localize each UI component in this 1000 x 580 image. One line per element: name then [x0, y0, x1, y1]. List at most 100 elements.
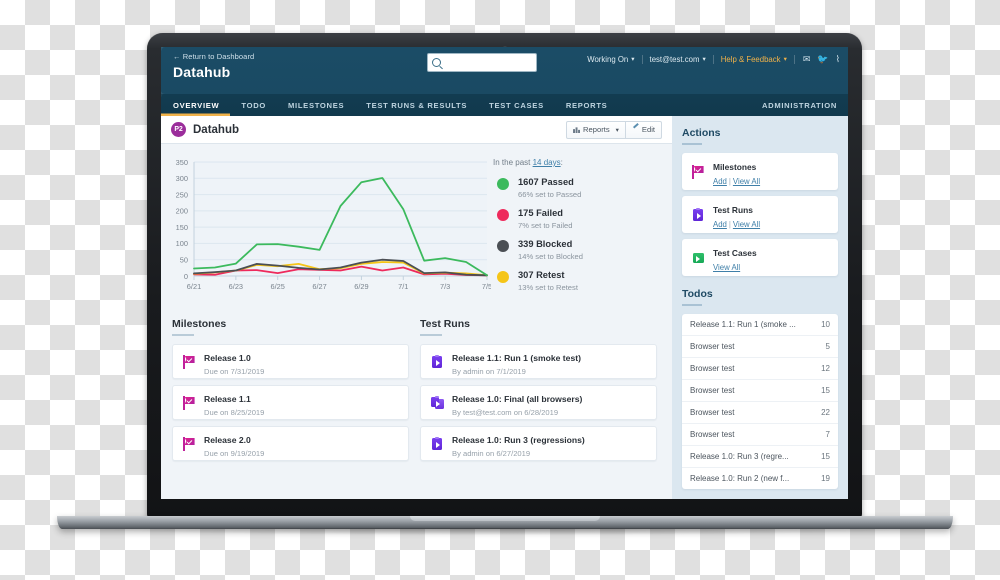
test-run-card[interactable]: Release 1.1: Run 1 (smoke test) By admin …	[420, 344, 657, 379]
stat-count-label: 339 Blocked	[518, 239, 573, 249]
todo-row[interactable]: Release 1.0: Run 2 (new f... 19	[682, 468, 838, 489]
actions-title: Actions	[682, 127, 721, 139]
nav-item-administration[interactable]: ADMINISTRATION	[751, 94, 848, 116]
app-brand-title: Datahub	[173, 64, 231, 80]
stat-percent-label: 13% set to Retest	[518, 282, 578, 292]
status-dot-icon	[497, 271, 509, 283]
chart-svg: 0 50 100 150 200 250 300 350 6/21 6/23 6/25 6/27 6/2…	[176, 158, 492, 291]
nav-item-todo[interactable]: TODO	[230, 94, 277, 116]
todo-row[interactable]: Browser test 7	[682, 424, 838, 446]
x-axis-tick-label: 6/23	[229, 282, 243, 291]
main-nav: OVERVIEW TODO MILESTONES TEST RUNS & RES…	[161, 94, 848, 116]
project-buttons: Reports ▾ Edit	[566, 120, 662, 139]
todo-label: Browser test	[690, 364, 735, 373]
account-menu[interactable]: test@test.com ▾	[643, 55, 714, 64]
todo-count: 5	[825, 342, 830, 351]
action-label: Test Cases	[713, 248, 757, 258]
screenshot-stage: ← Return to Dashboard Datahub Working On…	[0, 0, 1000, 580]
working-on-label: Working On	[587, 55, 629, 64]
actions-list: Milestones Add | View All Test Runs Add | View …	[682, 153, 838, 276]
right-sidebar: Actions Milestones Add | View All Test Runs A…	[672, 116, 848, 499]
activity-chart-card: 0 50 100 150 200 250 300 350 6/21 6/23 6/25 6/27 6/2…	[161, 144, 672, 304]
laptop-screen: ← Return to Dashboard Datahub Working On…	[161, 47, 848, 499]
search-icon	[432, 57, 441, 67]
test-runs-section: Test Runs Release 1.1: Run 1 (smoke test…	[409, 318, 657, 467]
search-box[interactable]	[427, 53, 537, 72]
action-link-add[interactable]: Add	[713, 220, 727, 229]
nav-item-overview[interactable]: OVERVIEW	[161, 94, 230, 116]
todo-label: Browser test	[690, 408, 735, 417]
help-feedback-menu[interactable]: Help & Feedback ▾	[714, 55, 795, 64]
milestone-due-date: Due on 7/31/2019	[204, 366, 265, 376]
x-axis-tick-label: 6/29	[354, 282, 368, 291]
test-run-card[interactable]: Release 1.0: Run 3 (regressions) By admin…	[420, 426, 657, 461]
laptop-base-notch	[410, 516, 600, 521]
stat-percent-label: 7% set to Failed	[518, 220, 573, 230]
todo-count: 10	[821, 320, 830, 329]
milestone-card[interactable]: Release 2.0 Due on 9/19/2019	[172, 426, 409, 461]
x-axis-tick-label: 6/25	[271, 282, 285, 291]
x-axis-tick-label: 7/3	[440, 282, 450, 291]
mail-icon[interactable]: ✉	[803, 54, 811, 65]
stats-heading-suffix: :	[560, 158, 563, 167]
milestone-due-date: Due on 9/19/2019	[204, 448, 265, 458]
twitter-icon[interactable]: 🐦	[817, 54, 828, 65]
action-links: View All	[713, 263, 757, 272]
test-run-name: Release 1.0: Final (all browsers)	[452, 393, 583, 404]
return-to-dashboard-link[interactable]: ← Return to Dashboard	[173, 52, 254, 61]
test-run-card[interactable]: Release 1.0: Final (all browsers) By test…	[420, 385, 657, 420]
action-card: Test Cases View All	[682, 239, 838, 276]
section-divider	[420, 334, 442, 336]
lower-sections: Milestones Release 1.0 Due on 7/31/2019 Re…	[161, 304, 672, 467]
rss-icon[interactable]: ⌇	[836, 54, 840, 65]
stat-percent-label: 66% set to Passed	[518, 189, 582, 199]
main-column: P2 Datahub Reports ▾ Edit 0 50 100 150 2…	[161, 116, 672, 499]
todo-row[interactable]: Release 1.1: Run 1 (smoke ... 10	[682, 314, 838, 336]
x-axis-tick-label: 7/1	[398, 282, 408, 291]
milestone-card[interactable]: Release 1.0 Due on 7/31/2019	[172, 344, 409, 379]
x-axis-tick-label: 6/27	[312, 282, 326, 291]
app-header: ← Return to Dashboard Datahub Working On…	[161, 47, 848, 94]
todo-row[interactable]: Browser test 15	[682, 380, 838, 402]
todo-count: 19	[821, 474, 830, 483]
nav-item-milestones[interactable]: MILESTONES	[277, 94, 355, 116]
stat-row: 339 Blocked 14% set to Blocked	[493, 238, 672, 261]
search-input[interactable]	[444, 55, 536, 72]
action-link-add[interactable]: Add	[713, 177, 727, 186]
action-link-view-all[interactable]: View All	[713, 263, 740, 272]
y-axis-tick-label: 200	[176, 207, 188, 216]
app-body: P2 Datahub Reports ▾ Edit 0 50 100 150 2…	[161, 116, 848, 499]
y-axis-tick-label: 300	[176, 174, 188, 183]
edit-button[interactable]: Edit	[625, 120, 662, 139]
todos-list: Release 1.1: Run 1 (smoke ... 10 Browser t…	[682, 314, 838, 489]
nav-item-test-runs-results[interactable]: TEST RUNS & RESULTS	[355, 94, 478, 116]
stats-heading: In the past 14 days:	[493, 158, 672, 167]
edit-button-label: Edit	[641, 125, 655, 134]
todo-row[interactable]: Release 1.0: Run 3 (regre... 15	[682, 446, 838, 468]
action-link-view-all[interactable]: View All	[733, 177, 760, 186]
todo-row[interactable]: Browser test 12	[682, 358, 838, 380]
action-label: Test Runs	[713, 205, 753, 215]
test-run-meta: By admin on 6/27/2019	[452, 448, 531, 458]
todo-row[interactable]: Browser test 22	[682, 402, 838, 424]
todo-label: Release 1.1: Run 1 (smoke ...	[690, 320, 796, 329]
milestones-list: Release 1.0 Due on 7/31/2019 Release 1.1 Du…	[172, 344, 409, 461]
todo-row[interactable]: Browser test 5	[682, 336, 838, 358]
reports-button-label: Reports	[583, 125, 610, 134]
todo-count: 12	[821, 364, 830, 373]
nav-item-reports[interactable]: REPORTS	[555, 94, 619, 116]
milestones-title: Milestones	[172, 318, 227, 330]
reports-button[interactable]: Reports ▾	[566, 120, 626, 139]
milestone-card[interactable]: Release 1.1 Due on 8/25/2019	[172, 385, 409, 420]
nav-item-test-cases[interactable]: TEST CASES	[478, 94, 555, 116]
working-on-menu[interactable]: Working On ▾	[580, 55, 643, 64]
page-title: Datahub	[193, 123, 239, 136]
status-dot-icon	[497, 178, 509, 190]
stats-range-link[interactable]: 14 days	[533, 158, 561, 167]
action-link-view-all[interactable]: View All	[733, 220, 760, 229]
project-bar: P2 Datahub Reports ▾ Edit	[161, 116, 672, 144]
x-axis-tick-label: 6/21	[187, 282, 201, 291]
test-run-name: Release 1.1: Run 1 (smoke test)	[452, 352, 581, 363]
y-axis-tick-label: 100	[176, 239, 188, 248]
stat-count-label: 307 Retest	[518, 270, 565, 280]
